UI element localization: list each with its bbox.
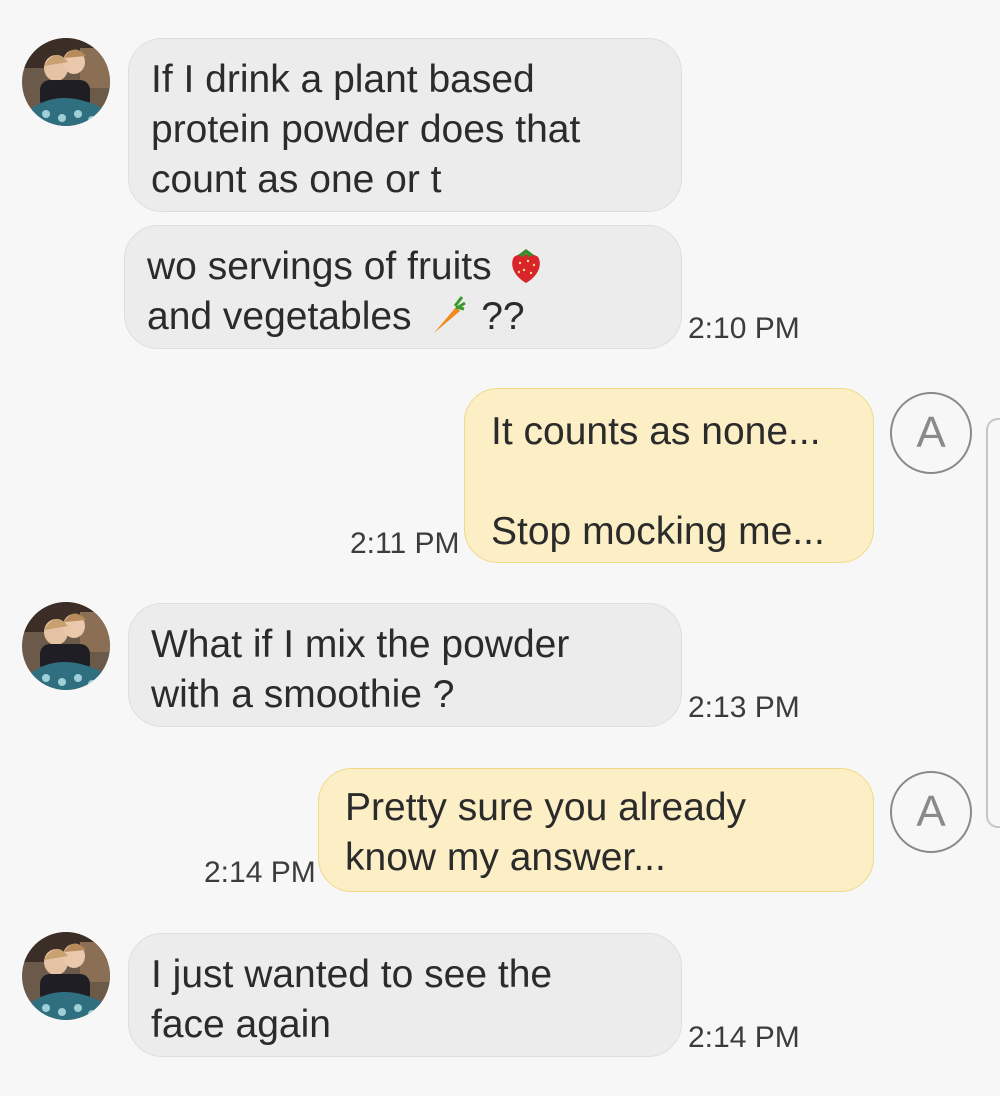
- contact-avatar[interactable]: [22, 932, 110, 1020]
- incoming-message-bubble[interactable]: What if I mix the powder with a smoothie…: [128, 603, 682, 727]
- message-text: ??: [481, 295, 525, 338]
- message-timestamp: 2:14 PM: [204, 856, 316, 889]
- message-timestamp: 2:13 PM: [688, 691, 800, 724]
- outgoing-message-bubble[interactable]: Pretty sure you already know my answer..…: [318, 768, 874, 892]
- message-timestamp: 2:14 PM: [688, 1021, 800, 1054]
- incoming-message-bubble[interactable]: wo servings of fruits and vegetables ??: [124, 225, 682, 349]
- message-text: and vegetables: [147, 295, 412, 338]
- message-text: wo servings of fruits: [147, 245, 492, 288]
- read-receipt-icon: A: [890, 392, 972, 474]
- carrot-emoji: [434, 296, 467, 333]
- message-timestamp: 2:10 PM: [688, 312, 800, 345]
- contact-photo-icon: [22, 932, 110, 1020]
- read-receipt-icon: A: [890, 771, 972, 853]
- strawberry-emoji: [512, 249, 541, 283]
- incoming-message-bubble[interactable]: If I drink a plant based protein powder …: [128, 38, 682, 212]
- contact-avatar[interactable]: [22, 38, 110, 126]
- message-timestamp: 2:11 PM: [350, 527, 460, 560]
- contact-photo-icon: [22, 38, 110, 126]
- contact-avatar[interactable]: [22, 602, 110, 690]
- outgoing-message-bubble[interactable]: It counts as none... Stop mocking me...: [464, 388, 874, 563]
- scrollbar[interactable]: [986, 418, 1000, 828]
- incoming-message-bubble[interactable]: I just wanted to see the face again: [128, 933, 682, 1057]
- contact-photo-icon: [22, 602, 110, 690]
